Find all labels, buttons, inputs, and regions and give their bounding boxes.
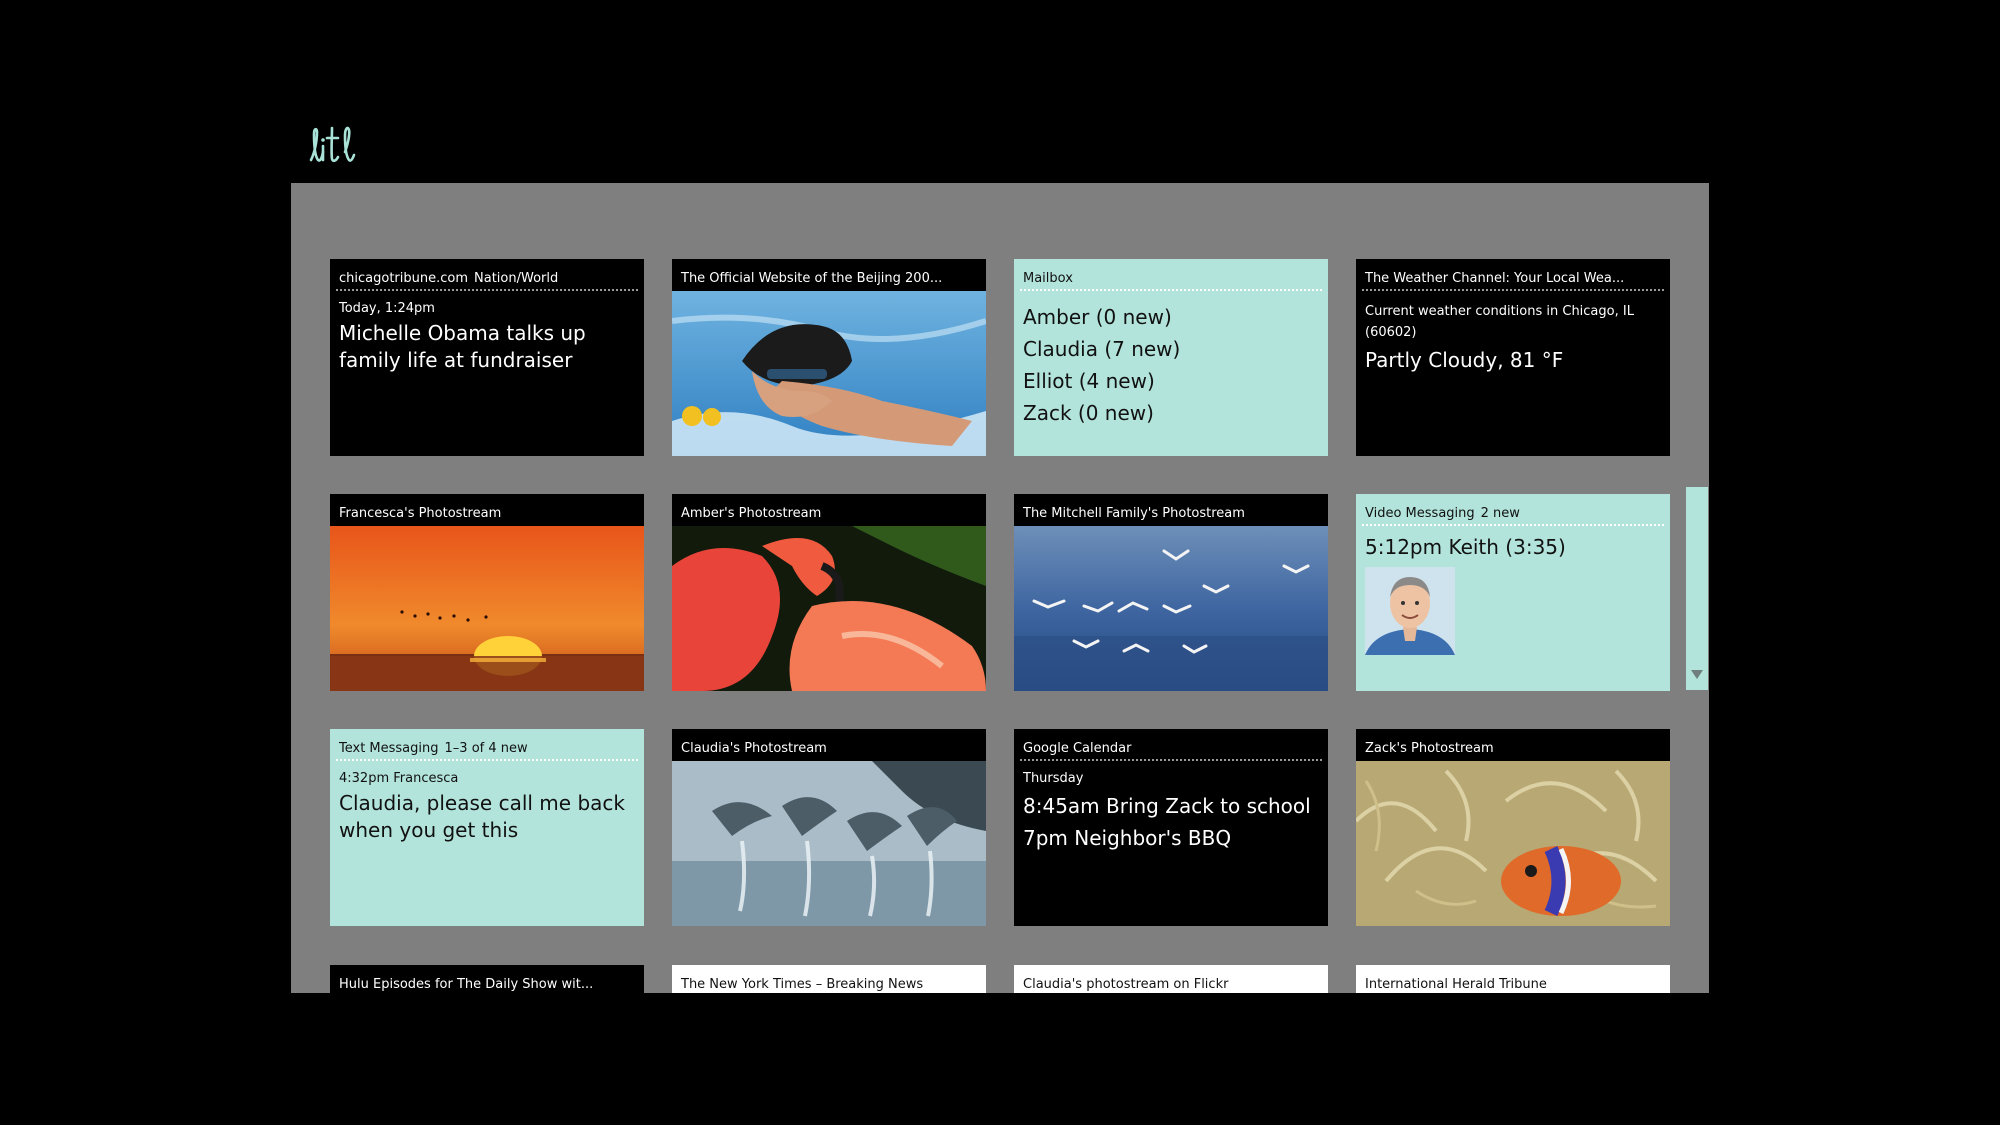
mitchell-photostream-card[interactable]: The Mitchell Family's Photostream — [1014, 494, 1328, 691]
calendar-day: Thursday — [1023, 771, 1084, 786]
news-time: Today, 1:24pm — [339, 301, 435, 316]
text-messaging-title: Text Messaging — [339, 741, 439, 756]
flickr-title: Claudia's photostream on Flickr — [1023, 977, 1229, 992]
beijing-card-title: The Official Website of the Beijing 200.… — [681, 271, 943, 286]
nyt-card[interactable]: The New York Times – Breaking News — [672, 965, 986, 993]
iht-card[interactable]: International Herald Tribune — [1356, 965, 1670, 993]
news-card[interactable]: chicagotribune.com Nation/World Today, 1:… — [330, 259, 644, 456]
mailbox-title: Mailbox — [1020, 259, 1322, 291]
google-calendar-card[interactable]: Google Calendar Thursday 8:45am Bring Za… — [1014, 729, 1328, 926]
text-messaging-card[interactable]: Text Messaging 1–3 of 4 new 4:32pm France… — [330, 729, 644, 926]
francesca-photostream-card[interactable]: Francesca's Photostream — [330, 494, 644, 691]
news-source: chicagotribune.com — [339, 271, 468, 286]
flickr-card[interactable]: Claudia's photostream on Flickr — [1014, 965, 1328, 993]
weather-conditions: Partly Cloudy, 81 °F — [1365, 348, 1564, 372]
video-messaging-header: Video Messaging 2 new — [1362, 494, 1664, 526]
mailbox-item[interactable]: Claudia (7 new) — [1023, 333, 1319, 365]
iht-title: International Herald Tribune — [1365, 977, 1547, 992]
card-board: chicagotribune.com Nation/World Today, 1:… — [291, 183, 1709, 993]
clownfish-photo — [1356, 761, 1670, 926]
mailbox-item[interactable]: Amber (0 new) — [1023, 301, 1319, 333]
video-messaging-count: 2 new — [1480, 506, 1520, 521]
hulu-title: Hulu Episodes for The Daily Show wit... — [339, 977, 594, 992]
amber-photostream-card[interactable]: Amber's Photostream — [672, 494, 986, 691]
video-messaging-card[interactable]: Video Messaging 2 new 5:12pm Keith (3:35) — [1356, 494, 1670, 691]
text-message-meta: 4:32pm Francesca — [339, 771, 459, 786]
text-message-body[interactable]: Claudia, please call me back when you ge… — [339, 790, 635, 844]
francesca-photostream-title: Francesca's Photostream — [339, 506, 502, 521]
weather-title: The Weather Channel: Your Local Wea... — [1362, 259, 1664, 291]
beijing-card[interactable]: The Official Website of the Beijing 200.… — [672, 259, 986, 456]
dolphins-photo — [672, 761, 986, 926]
nyt-title: The New York Times – Breaking News — [681, 977, 924, 992]
sunset-photo — [330, 526, 644, 691]
amber-photostream-title: Amber's Photostream — [681, 506, 822, 521]
claudia-photostream-title: Claudia's Photostream — [681, 741, 827, 756]
mailbox-item[interactable]: Elliot (4 new) — [1023, 365, 1319, 397]
news-section: Nation/World — [474, 271, 559, 286]
mailbox-item[interactable]: Zack (0 new) — [1023, 397, 1319, 429]
weather-location: Current weather conditions in Chicago, I… — [1365, 304, 1634, 319]
calendar-event[interactable]: 7pm Neighbor's BBQ — [1023, 822, 1319, 854]
keith-avatar[interactable] — [1365, 567, 1455, 655]
video-messaging-title: Video Messaging — [1365, 506, 1475, 521]
zack-photostream-title: Zack's Photostream — [1365, 741, 1494, 756]
text-messaging-count: 1–3 of 4 new — [444, 741, 528, 756]
mitchell-photostream-title: The Mitchell Family's Photostream — [1023, 506, 1245, 521]
news-headline[interactable]: Michelle Obama talks up family life at f… — [339, 320, 635, 374]
scroll-handle[interactable] — [1686, 487, 1708, 690]
zack-photostream-card[interactable]: Zack's Photostream — [1356, 729, 1670, 926]
claudia-photostream-card[interactable]: Claudia's Photostream — [672, 729, 986, 926]
scroll-down-arrow-icon[interactable] — [1691, 670, 1703, 679]
news-card-header: chicagotribune.com Nation/World — [336, 259, 638, 291]
flamingo-photo — [672, 526, 986, 691]
video-message-entry[interactable]: 5:12pm Keith (3:35) — [1365, 534, 1661, 561]
weather-zip: (60602) — [1365, 325, 1417, 340]
mailbox-card[interactable]: Mailbox Amber (0 new) Claudia (7 new) El… — [1014, 259, 1328, 456]
calendar-title: Google Calendar — [1020, 729, 1322, 761]
calendar-event[interactable]: 8:45am Bring Zack to school — [1023, 790, 1319, 822]
hulu-card[interactable]: Hulu Episodes for The Daily Show wit... — [330, 965, 644, 993]
swimmer-photo — [672, 291, 986, 456]
mailbox-list: Amber (0 new) Claudia (7 new) Elliot (4 … — [1014, 291, 1328, 429]
text-messaging-header: Text Messaging 1–3 of 4 new — [336, 729, 638, 761]
weather-card[interactable]: The Weather Channel: Your Local Wea... C… — [1356, 259, 1670, 456]
litl-logo — [307, 122, 357, 172]
birds-photo — [1014, 526, 1328, 691]
